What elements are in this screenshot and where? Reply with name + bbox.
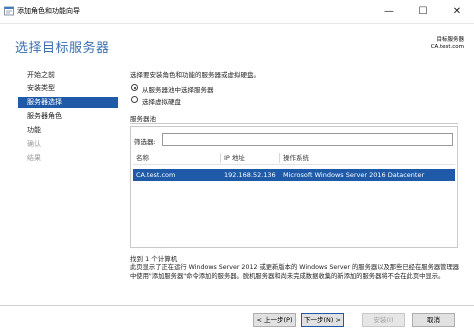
divider	[130, 123, 458, 124]
cell-ip: 192.168.52.136	[224, 171, 276, 179]
filter-input[interactable]	[162, 133, 453, 146]
server-pool-label: 服务器池	[130, 115, 156, 123]
nav-item-server-roles[interactable]: 服务器角色	[18, 111, 118, 122]
nav-item-installation-type[interactable]: 安装类型	[18, 83, 118, 94]
filter-label: 筛选器:	[134, 138, 156, 146]
app-icon	[4, 6, 14, 16]
instruction-text: 选择要安装角色和功能的服务器或虚拟硬盘。	[130, 71, 260, 79]
maximize-icon: ☐	[418, 6, 428, 17]
column-header-ip[interactable]: IP 地址	[224, 153, 245, 163]
maximize-button[interactable]: ☐	[406, 0, 440, 23]
minimize-icon: —	[384, 6, 394, 17]
cell-name: CA.test.com	[136, 171, 176, 179]
radio-server-pool-label[interactable]: 从服务器池中选择服务器	[142, 84, 214, 94]
window-title: 添加角色和功能向导	[17, 7, 80, 15]
nav-item-results: 结果	[27, 154, 41, 162]
nav-item-before-you-begin[interactable]: 开始之前	[18, 70, 118, 81]
cell-os: Microsoft Windows Server 2016 Datacenter	[283, 171, 425, 179]
close-button[interactable]: ✕	[440, 0, 474, 23]
install-button: 安装(I)	[362, 313, 405, 327]
destination-server-label: 目标服务器	[436, 37, 464, 43]
minimize-button[interactable]: —	[372, 0, 406, 23]
destination-server: 目标服务器 CA.test.com	[431, 37, 464, 51]
radio-server-pool[interactable]	[131, 84, 138, 91]
nav-item-confirmation: 确认	[27, 140, 41, 148]
header-divider	[133, 164, 455, 165]
description-text: 此页显示了正在运行 Windows Server 2012 或更新版本的 Win…	[130, 264, 460, 280]
column-header-os[interactable]: 操作系统	[283, 153, 309, 163]
page-title: 选择目标服务器	[15, 41, 110, 56]
nav-item-server-selection[interactable]: 服务器选择	[18, 97, 118, 108]
next-button[interactable]: 下一步(N) >	[301, 313, 344, 327]
found-count: 找到 1 个计算机	[130, 255, 178, 263]
radio-virtual-disk-label[interactable]: 选择虚拟硬盘	[142, 96, 181, 106]
previous-button[interactable]: < 上一步(P)	[253, 313, 296, 327]
nav-item-features[interactable]: 功能	[18, 125, 118, 136]
column-separator[interactable]	[279, 153, 280, 163]
radio-virtual-disk[interactable]	[131, 96, 138, 103]
close-icon: ✕	[452, 6, 462, 17]
column-header-name[interactable]: 名称	[136, 153, 149, 163]
column-separator[interactable]	[220, 153, 221, 163]
cancel-button[interactable]: 取消	[412, 313, 455, 327]
destination-server-value: CA.test.com	[430, 44, 464, 50]
